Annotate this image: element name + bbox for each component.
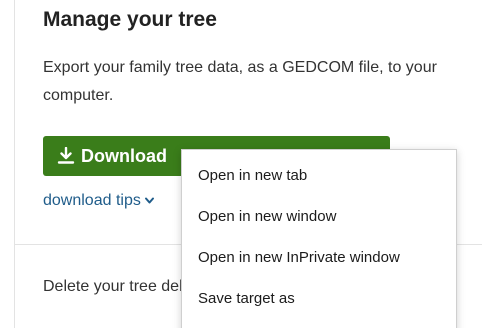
section-title: Manage your tree [43,8,217,31]
menu-item-open-new-window[interactable]: Open in new window [182,197,456,235]
download-icon [57,147,75,164]
page: Manage your tree Export your family tree… [0,0,482,328]
download-tips-label: download tips [43,192,141,209]
context-menu: Open in new tab Open in new window Open … [181,149,457,328]
download-tips-link[interactable]: download tips [43,192,155,210]
panel-border [14,0,15,328]
menu-item-open-new-tab[interactable]: Open in new tab [182,156,456,194]
menu-item-open-inprivate-window[interactable]: Open in new InPrivate window [182,238,456,276]
section-description: Export your family tree data, as a GEDCO… [43,59,437,104]
chevron-down-icon [144,197,154,204]
menu-item-save-target-as[interactable]: Save target as [182,279,456,317]
download-button-label: Download [81,145,167,166]
